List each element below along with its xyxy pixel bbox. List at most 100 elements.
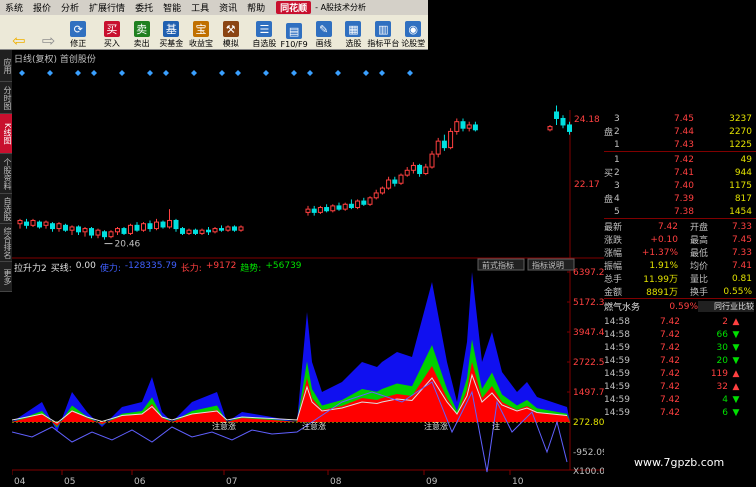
tick-time: 14:58 — [604, 316, 630, 327]
trend-label: 趋势: — [240, 264, 262, 274]
left-tab-4[interactable]: 自选股 — [0, 194, 12, 224]
price-axis-label: 24.18 — [574, 115, 600, 125]
date-label: 05 — [64, 477, 75, 487]
price-axis-label: 22.17 — [574, 180, 600, 190]
date-label: 10 — [512, 477, 524, 487]
sell-icon: 卖 — [133, 21, 150, 37]
level-price: 7.41 — [673, 167, 694, 178]
buy-level-row[interactable]: 1 7.42 49 — [604, 153, 756, 166]
back-button[interactable]: ⇦ — [4, 16, 34, 50]
buy-level-row[interactable]: 5 7.38 1454 — [604, 205, 756, 218]
quote-key: 涨幅 — [604, 249, 623, 259]
buy-level-row[interactable]: 3 7.40 1175 — [604, 179, 756, 192]
candle-body — [547, 126, 553, 131]
forward-button[interactable]: ⇨ — [34, 16, 64, 50]
grow-label: 长力: — [180, 264, 202, 274]
treasure-button[interactable]: 宝收益宝 — [186, 16, 216, 49]
sell-level-row[interactable]: 盘 2 7.44 2270 — [604, 125, 756, 139]
forward-icon: ⇨ — [41, 30, 56, 50]
quote-panel: 3 7.45 3237 盘 2 7.44 2270 1 7.43 1225 1 7.42 49 买 2 7.4… — [604, 112, 756, 487]
menu-item-6[interactable]: 工具 — [186, 1, 214, 14]
app-logo: 同花顺 — [276, 1, 312, 14]
left-tab-1[interactable]: 分时图 — [0, 82, 12, 114]
date-label: 04 — [14, 477, 26, 487]
side-label: 盘 — [604, 195, 614, 205]
menu-item-5[interactable]: 智能 — [158, 1, 186, 14]
candle-body — [69, 226, 75, 231]
menu-item-3[interactable]: 扩展行情 — [84, 1, 130, 14]
candle-body — [448, 130, 454, 149]
simulate-label: 模拟 — [222, 39, 239, 48]
sector-compare-button[interactable]: 同行业比较 — [698, 301, 754, 312]
left-tab-0[interactable]: 应用 — [0, 50, 12, 82]
candle-body — [398, 174, 404, 184]
date-label: 08 — [330, 477, 342, 487]
sell-level-row[interactable]: 3 7.45 3237 — [604, 112, 756, 125]
level-number: 4 — [614, 193, 620, 204]
signal-annotation: 注意涨 — [424, 421, 448, 431]
candle-body — [141, 223, 146, 231]
candle-body — [115, 228, 120, 233]
candle-body — [373, 192, 379, 199]
candle-body — [134, 224, 140, 231]
self-select-button[interactable]: ☰ 自选股 — [250, 16, 280, 49]
sector-row[interactable]: 燃气水务 0.59% 同行业比较 — [604, 300, 756, 313]
buy-level-row[interactable]: 盘 4 7.39 817 — [604, 192, 756, 206]
level-volume: 2270 — [729, 126, 752, 137]
arrow-down-icon: ▼ — [732, 407, 740, 418]
left-tab-5[interactable]: 综合排名 — [0, 224, 12, 262]
candle-body — [167, 219, 172, 228]
quote-row: 振幅 1.91% 均价 7.41 — [604, 259, 756, 273]
sell-button[interactable]: 卖卖出 — [127, 16, 157, 49]
tick-time: 14:58 — [604, 329, 630, 340]
fund-icon: 基 — [163, 21, 180, 37]
level-volume: 49 — [740, 154, 752, 165]
buy-level-row[interactable]: 买 2 7.41 944 — [604, 166, 756, 180]
quote-key: 均价 — [689, 262, 708, 272]
candle-body — [160, 221, 166, 228]
simulate-button[interactable]: ⚒ 模拟 — [216, 16, 246, 49]
candle-body — [102, 231, 107, 238]
left-tab-3[interactable]: 个股资料 — [0, 154, 12, 194]
fund-button[interactable]: 基买基金 — [156, 16, 186, 49]
left-tab-6[interactable]: 更多 — [0, 262, 12, 292]
menu-item-7[interactable]: 资讯 — [214, 1, 242, 14]
buy-button[interactable]: 买买入 — [97, 16, 127, 49]
level-volume: 944 — [734, 167, 752, 178]
tick-volume: 4 — [722, 394, 728, 405]
tick-volume: 30 — [716, 342, 728, 353]
quote-value: 7.45 — [731, 234, 752, 245]
quote-row: 涨跌 +0.10 最高 7.45 — [604, 233, 756, 247]
draw-button[interactable]: ✎ 画线 — [309, 16, 339, 49]
quote-row: 最新 7.42 开盘 7.33 — [604, 220, 756, 234]
stock-pick-button[interactable]: ▦ 选股 — [339, 16, 369, 49]
level-price: 7.39 — [673, 193, 694, 204]
back-icon: ⇦ — [12, 30, 26, 50]
candle-body — [392, 179, 398, 184]
menu-item-1[interactable]: 报价 — [28, 1, 56, 14]
menu-item-8[interactable]: 帮助 — [242, 1, 270, 14]
indicator-button[interactable]: ▥ 指标平台 — [367, 16, 399, 49]
level-volume: 3237 — [729, 113, 752, 124]
menu-item-2[interactable]: 分析 — [56, 1, 84, 14]
candle-body — [76, 226, 81, 233]
menu-item-0[interactable]: 系统 — [0, 1, 28, 14]
candle-body — [355, 200, 361, 209]
candle-body — [379, 187, 385, 194]
watermark: www.7gpzb.com — [634, 456, 725, 469]
candle-body — [212, 228, 218, 233]
quote-value: +1.37% — [641, 247, 678, 258]
sell-level-row[interactable]: 1 7.43 1225 — [604, 138, 756, 151]
forum-button[interactable]: ◉ 论股堂 — [398, 16, 428, 49]
f10-icon: ▤ — [286, 23, 303, 39]
quote-key: 金额 — [604, 288, 623, 298]
refresh-button[interactable]: ⟳ 修正 — [63, 16, 93, 49]
menu-item-4[interactable]: 委托 — [130, 1, 158, 14]
level-volume: 1225 — [729, 139, 752, 150]
tick-row: 14:59 7.42 119 ▲ — [604, 367, 756, 380]
candle-body — [305, 208, 311, 213]
f10-button[interactable]: ▤ F10/F9 — [279, 16, 309, 49]
buy-label: 买入 — [103, 39, 120, 48]
left-tab-2[interactable]: K线图 — [0, 114, 12, 154]
tick-price: 7.42 — [659, 329, 680, 340]
